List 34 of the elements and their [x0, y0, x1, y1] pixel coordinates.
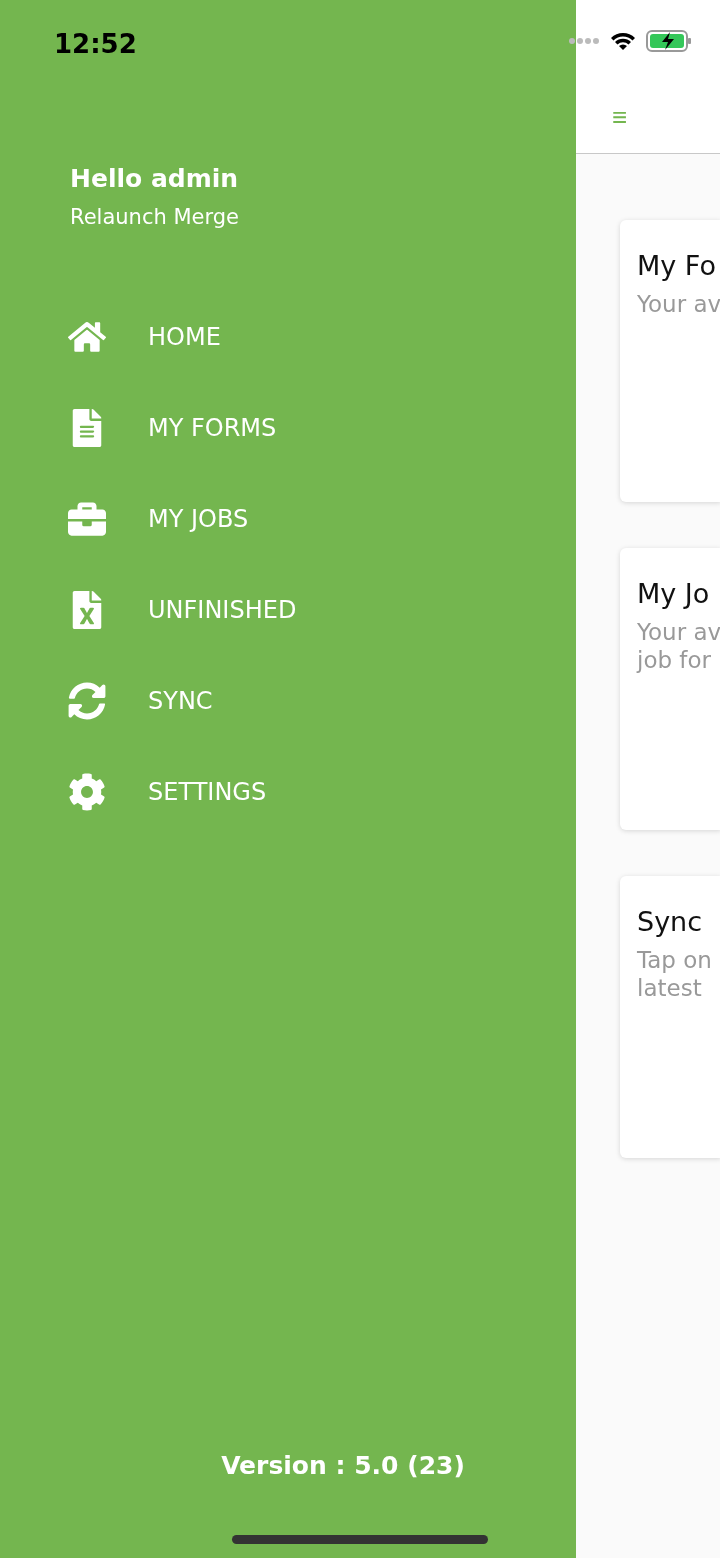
card-description: Tap on — [637, 947, 713, 973]
menu-item-label: UNFINISHED — [148, 595, 297, 624]
version-text: Version : 5.0 (23) — [221, 1451, 465, 1480]
menu-item-label: HOME — [148, 322, 221, 351]
menu-item-label: SETTINGS — [148, 777, 267, 806]
briefcase-icon — [66, 499, 108, 538]
sync-icon — [66, 681, 108, 720]
greeting: Hello admin — [70, 164, 240, 193]
card-description: Your av — [637, 291, 720, 317]
menu-item[interactable]: MY FORMS — [0, 382, 576, 473]
menu-item[interactable]: SYNC — [0, 655, 576, 746]
card-description: job for — [637, 647, 712, 673]
menu-item[interactable]: MY JOBS — [0, 473, 576, 564]
card-description: latest — [637, 975, 703, 1001]
menu-item[interactable]: HOME — [0, 291, 576, 382]
battery-charging-icon — [646, 30, 692, 52]
status-time: 12:52 — [54, 29, 137, 59]
wifi-icon — [610, 31, 636, 51]
menu-item-label: MY FORMS — [148, 413, 277, 442]
menu-item[interactable]: UNFINISHED — [0, 564, 576, 655]
menu-item-label: MY JOBS — [148, 504, 249, 533]
dashboard-card[interactable]: My Jo Your av job for — [620, 548, 720, 830]
settings-icon — [66, 772, 108, 811]
signal-dots-icon — [568, 37, 600, 45]
menu-button[interactable]: ≡ — [612, 102, 628, 132]
menu-item[interactable]: SETTINGS — [0, 746, 576, 837]
card-title: My Jo — [637, 578, 711, 609]
card-description: Your av — [637, 619, 720, 645]
dashboard-card[interactable]: My Fo Your av — [620, 220, 720, 502]
dashboard-card[interactable]: Sync Tap on latest — [620, 876, 720, 1158]
card-title: Sync — [637, 906, 704, 937]
menu-item-label: SYNC — [148, 686, 213, 715]
account-name: Relaunch Merge — [70, 205, 240, 229]
card-title: My Fo — [637, 250, 717, 281]
